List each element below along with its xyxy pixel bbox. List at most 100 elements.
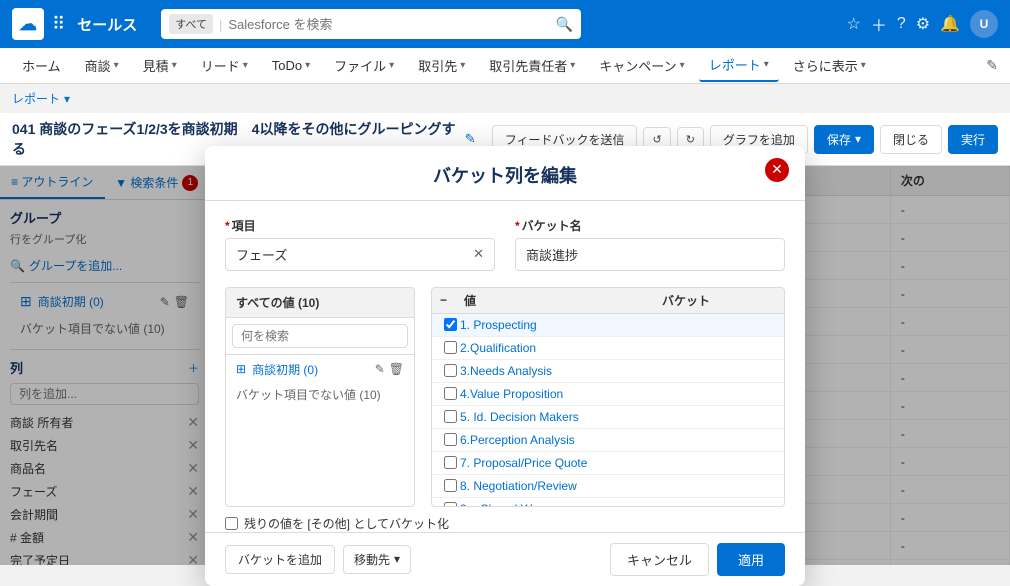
add-icon[interactable]: ＋: [871, 12, 887, 36]
cancel-button[interactable]: キャンセル: [610, 543, 709, 576]
value-name[interactable]: 1. Prospecting: [460, 318, 618, 332]
value-checkbox[interactable]: [444, 387, 457, 400]
modal-overlay: バケット列を編集 ✕ 項目 フェーズ ✕ バケット名 商談進捗: [0, 166, 1010, 565]
bucket-item-edit-actions: ✎ 🗑: [375, 362, 404, 376]
modal-footer-right: キャンセル 適用: [610, 543, 785, 576]
help-icon[interactable]: ?: [897, 15, 906, 33]
value-name[interactable]: 7. Proposal/Price Quote: [460, 456, 618, 470]
menu-item-estimates[interactable]: 見積 ▾: [133, 50, 187, 81]
value-checkbox-container: [440, 410, 460, 423]
breadcrumb-separator: ▾: [64, 92, 70, 106]
modal-dialog: バケット列を編集 ✕ 項目 フェーズ ✕ バケット名 商談進捗: [205, 146, 805, 586]
remaining-checkbox[interactable]: [225, 517, 238, 530]
modal-body: 項目 フェーズ ✕ バケット名 商談進捗: [205, 201, 805, 532]
modal-form-row: 項目 フェーズ ✕ バケット名 商談進捗: [225, 217, 785, 271]
menu-item-contacts[interactable]: 取引先責任者 ▾: [479, 50, 585, 81]
value-checkbox-container: [440, 433, 460, 446]
menu-item-campaigns[interactable]: キャンペーン ▾: [589, 50, 694, 81]
run-button[interactable]: 実行: [948, 125, 998, 154]
menu-item-accounts[interactable]: 取引先 ▾: [408, 50, 475, 81]
value-checkbox[interactable]: [444, 502, 457, 506]
menu-item-todo[interactable]: ToDo ▾: [262, 52, 320, 79]
add-bucket-button[interactable]: バケットを追加: [225, 545, 335, 574]
top-navigation: ☁ ⠿ セールス すべて | 🔍 ☆ ＋ ? ⚙ 🔔 U: [0, 0, 1010, 48]
value-name[interactable]: 9a. Closed Won: [460, 502, 618, 506]
apply-button[interactable]: 適用: [717, 543, 785, 576]
value-name[interactable]: 8. Negotiation/Review: [460, 479, 618, 493]
modal-columns: すべての値 (10) ⊞ 商談初期 (0) ✎: [225, 287, 785, 507]
remaining-checkbox-row: 残りの値を [その他] としてバケット化: [225, 515, 785, 532]
move-to-button[interactable]: 移動先 ▾: [343, 545, 411, 574]
menu-item-files[interactable]: ファイル ▾: [324, 50, 404, 81]
value-checkbox[interactable]: [444, 433, 457, 446]
notification-icon[interactable]: 🔔: [940, 14, 960, 34]
bucket-icon: ⊞: [236, 362, 246, 376]
value-checkbox[interactable]: [444, 341, 457, 354]
value-checkbox-container: [440, 387, 460, 400]
bucket-col-header: バケット: [612, 292, 760, 309]
search-values-container: [226, 318, 414, 355]
menu-item-home[interactable]: ホーム: [12, 50, 71, 81]
menu-item-deals[interactable]: 商談 ▾: [75, 50, 129, 81]
value-checkbox-container: [440, 456, 460, 469]
value-name[interactable]: 2.Qualification: [460, 341, 618, 355]
menu-item-more[interactable]: さらに表示 ▾: [783, 50, 876, 81]
chevron-down-icon: ▾: [861, 60, 866, 71]
value-checkbox-container: [440, 502, 460, 506]
global-search-input[interactable]: [228, 17, 549, 32]
delete-icon[interactable]: 🗑: [389, 362, 404, 376]
modal-bucket-item[interactable]: ⊞ 商談初期 (0) ✎ 🗑: [226, 355, 414, 384]
value-row: 6.Perception Analysis: [432, 429, 784, 452]
modal-right-col: − 値 バケット 1. Prospecting 2.Qualification: [431, 287, 785, 507]
value-checkbox[interactable]: [444, 479, 457, 492]
modal-footer: バケットを追加 移動先 ▾ キャンセル 適用: [205, 532, 805, 586]
chevron-down-icon: ▾: [389, 60, 394, 71]
edit-icon[interactable]: ✎: [375, 362, 385, 376]
value-checkbox[interactable]: [444, 456, 457, 469]
chevron-down-icon: ▾: [243, 60, 248, 71]
breadcrumb-parent[interactable]: レポート: [12, 90, 60, 107]
modal-close-button[interactable]: ✕: [765, 158, 789, 182]
field-input[interactable]: フェーズ ✕: [225, 238, 495, 271]
favorites-icon[interactable]: ☆: [846, 14, 860, 34]
value-checkbox[interactable]: [444, 410, 457, 423]
app-switcher-icon[interactable]: ⠿: [52, 14, 65, 35]
value-checkbox[interactable]: [444, 318, 457, 331]
settings-icon[interactable]: ⚙: [916, 14, 930, 34]
value-row: 7. Proposal/Price Quote: [432, 452, 784, 475]
clear-field-icon[interactable]: ✕: [473, 246, 484, 262]
value-checkbox-container: [440, 364, 460, 377]
remaining-label: 残りの値を [その他] としてバケット化: [244, 515, 449, 532]
chevron-down-icon: ▾: [305, 60, 310, 71]
value-row: 8. Negotiation/Review: [432, 475, 784, 498]
menu-item-leads[interactable]: リード ▾: [191, 50, 258, 81]
chevron-down-icon: ▾: [394, 552, 400, 566]
save-dropdown-button[interactable]: 保存 ▾: [814, 125, 874, 154]
value-name[interactable]: 3.Needs Analysis: [460, 364, 618, 378]
close-button[interactable]: 閉じる: [880, 125, 942, 154]
chevron-down-icon: ▾: [114, 60, 119, 71]
field-label: 項目: [225, 217, 495, 234]
edit-icon[interactable]: ✎: [986, 57, 998, 74]
menu-item-reports[interactable]: レポート ▾: [699, 49, 779, 82]
bucket-name-input[interactable]: 商談進捗: [515, 238, 785, 271]
field-item: 項目 フェーズ ✕: [225, 217, 495, 271]
bucket-no-items-label: バケット項目でない値 (10): [226, 384, 414, 407]
modal-title: バケット列を編集: [433, 162, 577, 188]
salesforce-logo: ☁: [12, 8, 44, 40]
value-row: 4.Value Proposition: [432, 383, 784, 406]
value-name[interactable]: 6.Perception Analysis: [460, 433, 618, 447]
value-name[interactable]: 5. Id. Decision Makers: [460, 410, 618, 424]
bucket-name-label: バケット名: [515, 217, 785, 234]
search-icon[interactable]: 🔍: [556, 16, 573, 33]
search-scope-label[interactable]: すべて: [169, 14, 213, 34]
search-values-input[interactable]: [232, 324, 408, 348]
app-name: セールス: [77, 14, 137, 35]
global-search-container: すべて | 🔍: [161, 9, 581, 39]
value-checkbox-container: [440, 318, 460, 331]
chevron-down-icon: ▾: [855, 132, 861, 146]
user-avatar[interactable]: U: [970, 10, 998, 38]
value-col-header: 値: [464, 292, 612, 309]
value-checkbox[interactable]: [444, 364, 457, 377]
value-name[interactable]: 4.Value Proposition: [460, 387, 618, 401]
